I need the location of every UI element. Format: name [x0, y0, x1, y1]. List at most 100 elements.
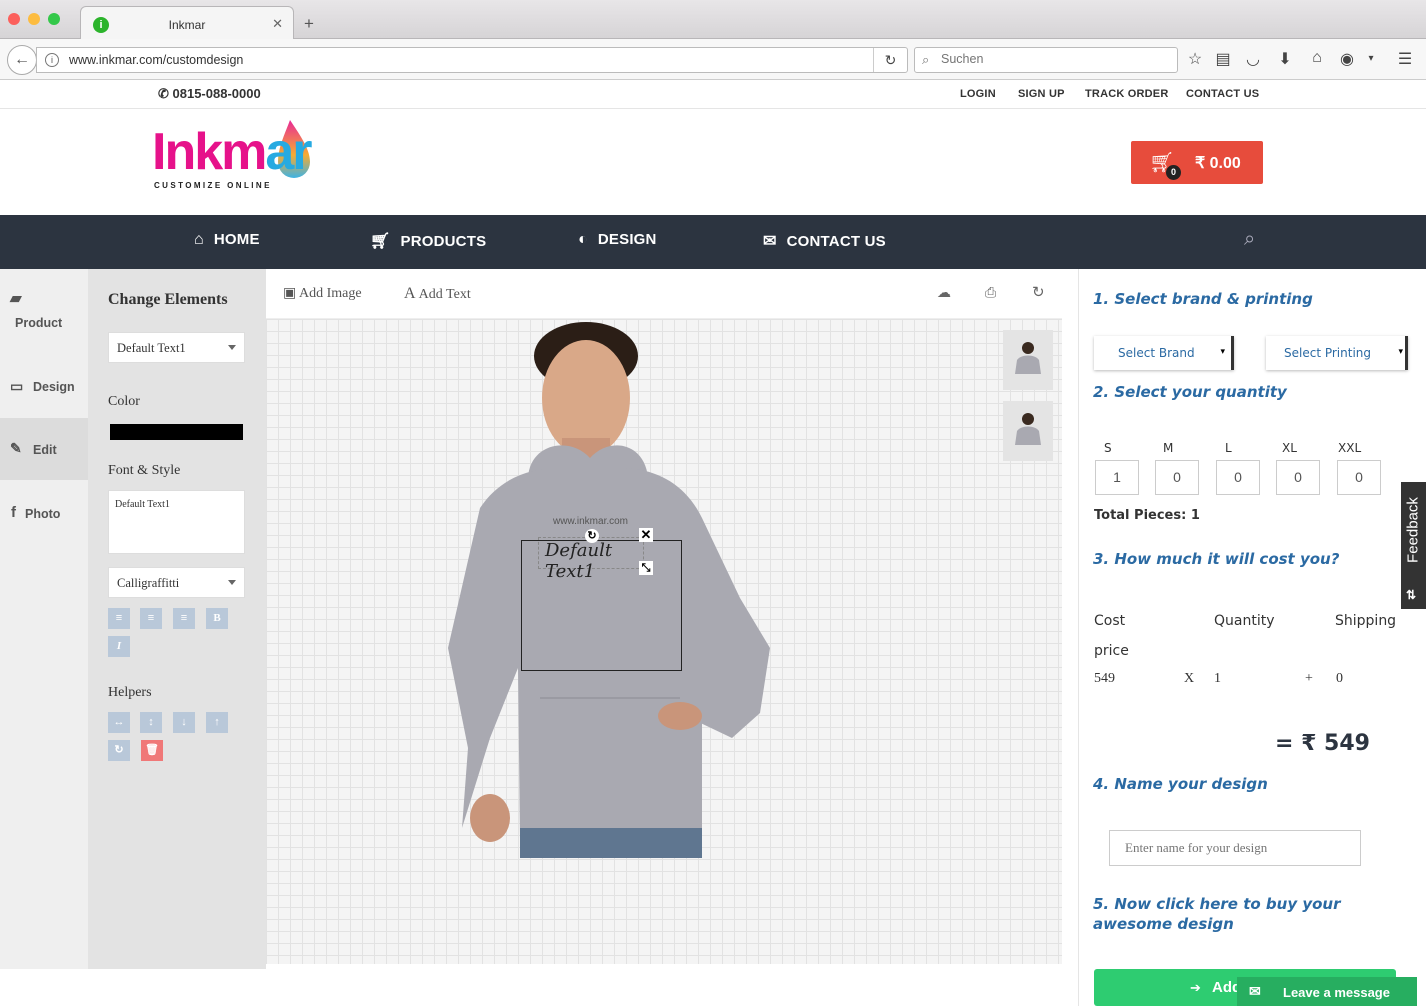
- hamburger-menu-icon[interactable]: ☰: [1394, 49, 1416, 69]
- tab-edit[interactable]: ✎ Edit: [0, 418, 88, 480]
- design-icon: ◐: [578, 231, 588, 248]
- step5-heading: 5. Now click here to buy your awesome de…: [1093, 895, 1341, 933]
- helpers-label: Helpers: [108, 685, 152, 700]
- nav-products-label: PRODUCTS: [400, 233, 487, 250]
- element-select[interactable]: Default Text1: [108, 332, 245, 363]
- logo-tagline: CUSTOMIZE ONLINE: [154, 181, 272, 190]
- reading-list-icon[interactable]: ▤: [1212, 49, 1234, 69]
- contact-us-link[interactable]: CONTACT US: [1186, 88, 1259, 100]
- inkmar-logo[interactable]: Inkmar CUSTOMIZE ONLINE: [152, 118, 332, 194]
- add-text-button[interactable]: A Add Text: [404, 285, 471, 303]
- align-center-icon[interactable]: ≡: [140, 608, 162, 629]
- rotate-handle-icon[interactable]: ↻: [585, 529, 599, 543]
- cloud-download-icon[interactable]: ☁: [937, 284, 951, 301]
- qty-input-xxl[interactable]: 0: [1337, 460, 1381, 495]
- center-vertical-icon[interactable]: ↕: [140, 712, 162, 733]
- track-order-link[interactable]: TRACK ORDER: [1085, 88, 1168, 100]
- text-content-input[interactable]: Default Text1: [108, 490, 245, 554]
- downloads-icon[interactable]: ⬇: [1274, 49, 1296, 69]
- reload-icon[interactable]: ↻: [873, 48, 907, 72]
- facebook-icon: f: [11, 504, 16, 521]
- bold-icon[interactable]: B: [206, 608, 228, 629]
- close-tab-icon[interactable]: ✕: [272, 16, 283, 32]
- new-tab-icon[interactable]: +: [304, 14, 314, 34]
- reset-icon[interactable]: ↻: [108, 740, 130, 761]
- move-up-icon[interactable]: ↑: [206, 712, 228, 733]
- delete-handle-icon[interactable]: ✕: [639, 528, 653, 542]
- signup-link[interactable]: SIGN UP: [1018, 88, 1065, 100]
- home-icon: ⌂: [194, 231, 204, 248]
- nav-design[interactable]: ◐ DESIGN: [578, 231, 657, 249]
- font-style-label: Font & Style: [108, 463, 181, 478]
- book-icon: ▰: [10, 290, 22, 307]
- canvas-toolbar: ▣ Add Image A Add Text ☁ ⎙ ↻: [266, 269, 1062, 319]
- feedback-tab[interactable]: Feedback ⇅: [1401, 482, 1426, 609]
- chevron-down-icon: [228, 345, 236, 350]
- home-icon[interactable]: ⌂: [1306, 49, 1328, 67]
- pocket-icon[interactable]: ◡: [1242, 49, 1264, 69]
- add-text-label: Add Text: [418, 287, 471, 302]
- shipping-value: 0: [1336, 671, 1343, 686]
- cost-value: 549: [1094, 671, 1115, 686]
- trash-icon[interactable]: 🗑︎: [141, 740, 163, 761]
- print-icon[interactable]: ⎙: [985, 284, 996, 301]
- refresh-icon[interactable]: ↻: [1032, 283, 1045, 301]
- leave-message-widget[interactable]: ✉ Leave a message: [1237, 977, 1417, 1006]
- back-button[interactable]: ←: [7, 45, 37, 75]
- browser-tab[interactable]: i Inkmar ✕: [80, 6, 294, 40]
- font-select[interactable]: Calligraffitti: [108, 567, 245, 598]
- element-select-value: Default Text1: [117, 341, 186, 355]
- canvas-text-element[interactable]: Default Text1: [545, 540, 643, 582]
- size-label-l: L: [1225, 441, 1232, 455]
- qty-input-s[interactable]: 1: [1095, 460, 1139, 495]
- align-right-icon[interactable]: ≡: [173, 608, 195, 629]
- back-view-thumbnail[interactable]: [1003, 401, 1053, 461]
- browser-search-box[interactable]: ⌕: [914, 47, 1178, 73]
- panel-heading: Change Elements: [108, 291, 228, 308]
- qty-input-m[interactable]: 0: [1155, 460, 1199, 495]
- tab-design-label: Design: [33, 380, 75, 394]
- extension-dropdown-icon[interactable]: ▾: [1360, 53, 1382, 64]
- info-icon[interactable]: i: [45, 53, 59, 67]
- close-window-icon[interactable]: [8, 13, 20, 25]
- color-label: Color: [108, 394, 140, 409]
- nav-products[interactable]: 🛒︎ PRODUCTS: [370, 231, 486, 251]
- printing-select[interactable]: Select Printing ▾: [1266, 336, 1408, 370]
- tab-product[interactable]: ▰ Product: [0, 279, 88, 341]
- extension-icon[interactable]: ◉: [1336, 49, 1358, 69]
- step4-heading: 4. Name your design: [1093, 775, 1268, 793]
- total-pieces: Total Pieces: 1: [1094, 508, 1200, 523]
- plus-symbol: +: [1305, 671, 1313, 686]
- step1-heading: 1. Select brand & printing: [1093, 290, 1313, 308]
- color-picker[interactable]: [110, 424, 243, 440]
- nav-home[interactable]: ⌂ HOME: [194, 231, 260, 249]
- bookmark-star-icon[interactable]: ☆: [1184, 49, 1206, 69]
- login-link[interactable]: LOGIN: [960, 88, 996, 100]
- brand-select-value: Select Brand: [1118, 346, 1195, 360]
- zoom-window-icon[interactable]: [48, 13, 60, 25]
- tab-photo[interactable]: f Photo: [0, 484, 88, 546]
- nav-search-icon[interactable]: ⌕: [1244, 228, 1255, 251]
- align-left-icon[interactable]: ≡: [108, 608, 130, 629]
- front-view-thumbnail[interactable]: [1003, 330, 1053, 390]
- add-image-button[interactable]: ▣ Add Image: [283, 285, 362, 302]
- nav-contact-us[interactable]: ✉ CONTACT US: [763, 231, 886, 251]
- move-down-icon[interactable]: ↓: [173, 712, 195, 733]
- tab-title: Inkmar: [168, 18, 206, 32]
- tab-design[interactable]: ▭ Design: [0, 358, 88, 420]
- printing-select-value: Select Printing: [1284, 346, 1371, 360]
- cart-button[interactable]: 🛒︎ 0 ₹ 0.00: [1131, 141, 1263, 184]
- cart-count-badge: 0: [1166, 165, 1181, 180]
- size-label-s: S: [1104, 441, 1112, 455]
- center-horizontal-icon[interactable]: ↔: [108, 712, 130, 733]
- design-name-input[interactable]: [1109, 830, 1361, 866]
- qty-input-xl[interactable]: 0: [1276, 460, 1320, 495]
- italic-icon[interactable]: I: [108, 636, 130, 657]
- qty-input-l[interactable]: 0: [1216, 460, 1260, 495]
- size-label-m: M: [1163, 441, 1174, 455]
- url-bar[interactable]: i www.inkmar.com/customdesign ↻: [36, 47, 908, 73]
- resize-handle-icon[interactable]: ⤡: [639, 561, 653, 575]
- minimize-window-icon[interactable]: [28, 13, 40, 25]
- brand-select[interactable]: Select Brand ▾: [1094, 336, 1234, 370]
- browser-search-input[interactable]: [941, 52, 1161, 66]
